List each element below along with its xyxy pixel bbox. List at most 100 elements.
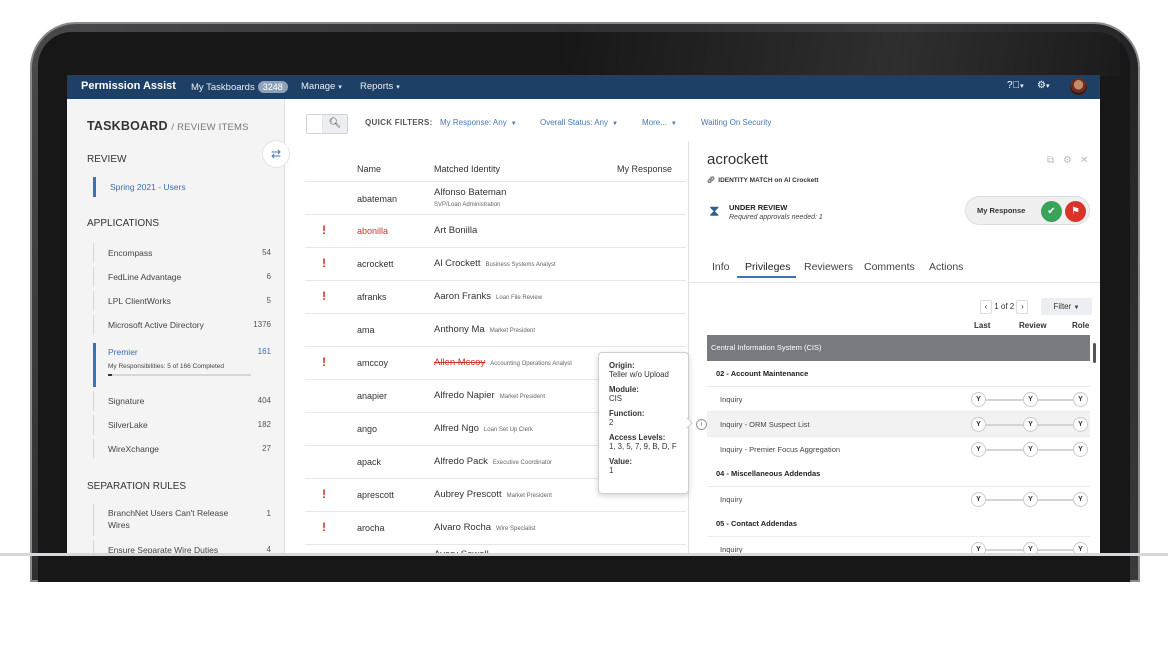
- chevron-down-icon: ▾: [396, 84, 400, 91]
- gear-icon[interactable]: ⚙▾: [1037, 80, 1049, 91]
- review-toggle[interactable]: Y: [1023, 392, 1038, 407]
- system-header[interactable]: Central Information System (CIS): [707, 335, 1090, 361]
- row-username: aprescott: [357, 490, 395, 500]
- tooltip-module: CIS: [609, 394, 622, 403]
- col-identity[interactable]: Matched Identity: [434, 164, 500, 174]
- sidebar-item-signature[interactable]: Signature 404: [93, 391, 273, 411]
- info-icon[interactable]: i: [696, 419, 707, 430]
- tooltip-origin-label: Origin:: [609, 361, 635, 370]
- chevron-right-icon[interactable]: ›: [1016, 300, 1029, 314]
- review-heading: REVIEW: [87, 154, 127, 165]
- sidebar-item-branchnet-rule[interactable]: BranchNet Users Can't Release Wires 1: [93, 504, 273, 536]
- row-identity: Aaron Franks: [434, 291, 492, 302]
- privilege-row[interactable]: Inquiry Y Y Y: [707, 486, 1090, 511]
- sidebar-item-wire-duties-rule[interactable]: Ensure Separate Wire Duties 4: [93, 540, 273, 554]
- col-review: Review: [1019, 321, 1047, 330]
- row-username: acrockett: [357, 259, 394, 269]
- sidebar-item-silverlake[interactable]: SilverLake 182: [93, 415, 273, 435]
- close-icon[interactable]: ✕: [1080, 155, 1088, 166]
- nav-manage[interactable]: Manage ▾: [301, 81, 342, 92]
- sidebar-item-spring-2021[interactable]: Spring 2021 - Users: [93, 177, 273, 197]
- scrollbar[interactable]: [1093, 343, 1096, 363]
- help-icon[interactable]: ?⃝▾: [1007, 80, 1024, 91]
- sidebar-item-encompass[interactable]: Encompass 54: [93, 243, 273, 263]
- filter-more[interactable]: More... ▼: [642, 118, 677, 127]
- privilege-row[interactable]: Inquiry - Premier Focus Aggregation Y Y Y: [707, 436, 1090, 461]
- privilege-label: Inquiry: [720, 495, 743, 504]
- table-row[interactable]: ! afranks Aaron Franks Loan File Review: [305, 280, 686, 313]
- last-review-badge[interactable]: Y: [971, 417, 986, 432]
- review-toggle[interactable]: Y: [1023, 492, 1038, 507]
- search-icon[interactable]: 🔍︎: [323, 115, 347, 133]
- gear-icon[interactable]: ⚙: [1063, 155, 1072, 166]
- tab-comments[interactable]: Comments: [864, 261, 915, 273]
- row-identity-wrap: Alfredo Napier Market President: [434, 390, 545, 401]
- app-count: 6: [266, 272, 271, 281]
- review-status: UNDER REVIEW: [729, 203, 788, 212]
- device-mockup: Permission Assist My Taskboards 3248 Mana…: [0, 0, 1168, 657]
- role-badge[interactable]: Y: [1073, 492, 1088, 507]
- app-label: WireXchange: [108, 444, 160, 454]
- last-review-badge[interactable]: Y: [971, 492, 986, 507]
- nav-my-taskboards[interactable]: My Taskboards 3248: [191, 81, 288, 93]
- app-label: LPL ClientWorks: [108, 296, 171, 306]
- row-job-title: Market President: [489, 328, 536, 334]
- tab-actions[interactable]: Actions: [929, 261, 963, 273]
- avatar[interactable]: [1070, 78, 1087, 95]
- app-label: SilverLake: [108, 420, 148, 430]
- search-input[interactable]: [307, 115, 323, 133]
- row-identity: Allen Mccoy: [434, 357, 486, 368]
- row-identity: Alfonso Bateman: [434, 187, 507, 198]
- sidebar-item-wirexchange[interactable]: WireXchange 27: [93, 439, 273, 459]
- table-row[interactable]: ! acrockett Al Crockett Business Systems An…: [305, 247, 686, 280]
- privilege-row[interactable]: Inquiry - ORM Suspect List Y Y Y: [707, 411, 1090, 436]
- brand-name[interactable]: Permission Assist: [81, 80, 176, 92]
- filter-label: More...: [642, 118, 667, 127]
- privilege-row[interactable]: Inquiry Y Y Y: [707, 386, 1090, 411]
- sidebar-item-premier[interactable]: Premier 161 My Responsibilities: 5 of 16…: [93, 343, 273, 387]
- app-label: Encompass: [108, 248, 153, 258]
- sidebar-item-fedline[interactable]: FedLine Advantage 6: [93, 267, 273, 287]
- filter-my-response[interactable]: My Response: Any ▼: [440, 118, 517, 127]
- chevron-left-icon[interactable]: ‹: [980, 300, 992, 314]
- alert-flag-icon: !: [322, 487, 326, 501]
- last-review-badge[interactable]: Y: [971, 392, 986, 407]
- col-my-response[interactable]: My Response: [617, 164, 672, 174]
- external-link-icon[interactable]: ⧉: [1047, 155, 1054, 166]
- review-toggle[interactable]: Y: [1023, 442, 1038, 457]
- privilege-row[interactable]: Inquiry Y Y Y: [707, 536, 1090, 554]
- filter-overall-status[interactable]: Overall Status: Any ▼: [540, 118, 618, 127]
- check-icon[interactable]: ✔: [1041, 201, 1062, 222]
- taskboard-subtitle: / REVIEW ITEMS: [171, 122, 249, 133]
- filter-button[interactable]: Filter ▼: [1041, 298, 1092, 315]
- row-job-title: Loan File Review: [496, 295, 543, 301]
- filter-waiting-security[interactable]: Waiting On Security: [701, 118, 771, 127]
- filter-label: Overall Status: Any: [540, 118, 609, 127]
- last-review-badge[interactable]: Y: [971, 442, 986, 457]
- my-response-control: My Response ✔ ⚑: [965, 196, 1090, 225]
- sidebar-item-active-directory[interactable]: Microsoft Active Directory 1376: [93, 315, 273, 335]
- privilege-label: Inquiry - ORM Suspect List: [720, 420, 810, 429]
- table-row[interactable]: abateman Alfonso Bateman SVP/Loan Administ…: [305, 181, 686, 214]
- review-toggle[interactable]: Y: [1023, 417, 1038, 432]
- required-approvals: Required approvals needed: 1: [729, 214, 823, 221]
- flag-icon[interactable]: ⚑: [1065, 201, 1086, 222]
- sidebar-item-lpl[interactable]: LPL ClientWorks 5: [93, 291, 273, 311]
- role-badge[interactable]: Y: [1073, 392, 1088, 407]
- chevron-down-icon: ▼: [670, 121, 677, 127]
- alert-flag-icon: !: [322, 223, 326, 237]
- col-name[interactable]: Name: [357, 164, 381, 174]
- privilege-section-title: 04 - Miscellaneous Addendas: [716, 469, 821, 478]
- table-row[interactable]: ama Anthony Ma Market President: [305, 313, 686, 346]
- role-badge[interactable]: Y: [1073, 417, 1088, 432]
- tab-privileges[interactable]: Privileges: [745, 261, 791, 273]
- nav-reports[interactable]: Reports ▾: [360, 81, 400, 92]
- table-row[interactable]: ! arocha Alvaro Rocha Wire Specialist: [305, 511, 686, 544]
- row-username: ango: [357, 424, 378, 434]
- table-row[interactable]: ! abonilla Art Bonilla: [305, 214, 686, 247]
- role-badge[interactable]: Y: [1073, 442, 1088, 457]
- search-box[interactable]: 🔍︎: [306, 114, 348, 134]
- tab-reviewers[interactable]: Reviewers: [804, 261, 853, 273]
- tab-info[interactable]: Info: [712, 261, 730, 273]
- tooltip-function-label: Function:: [609, 409, 645, 418]
